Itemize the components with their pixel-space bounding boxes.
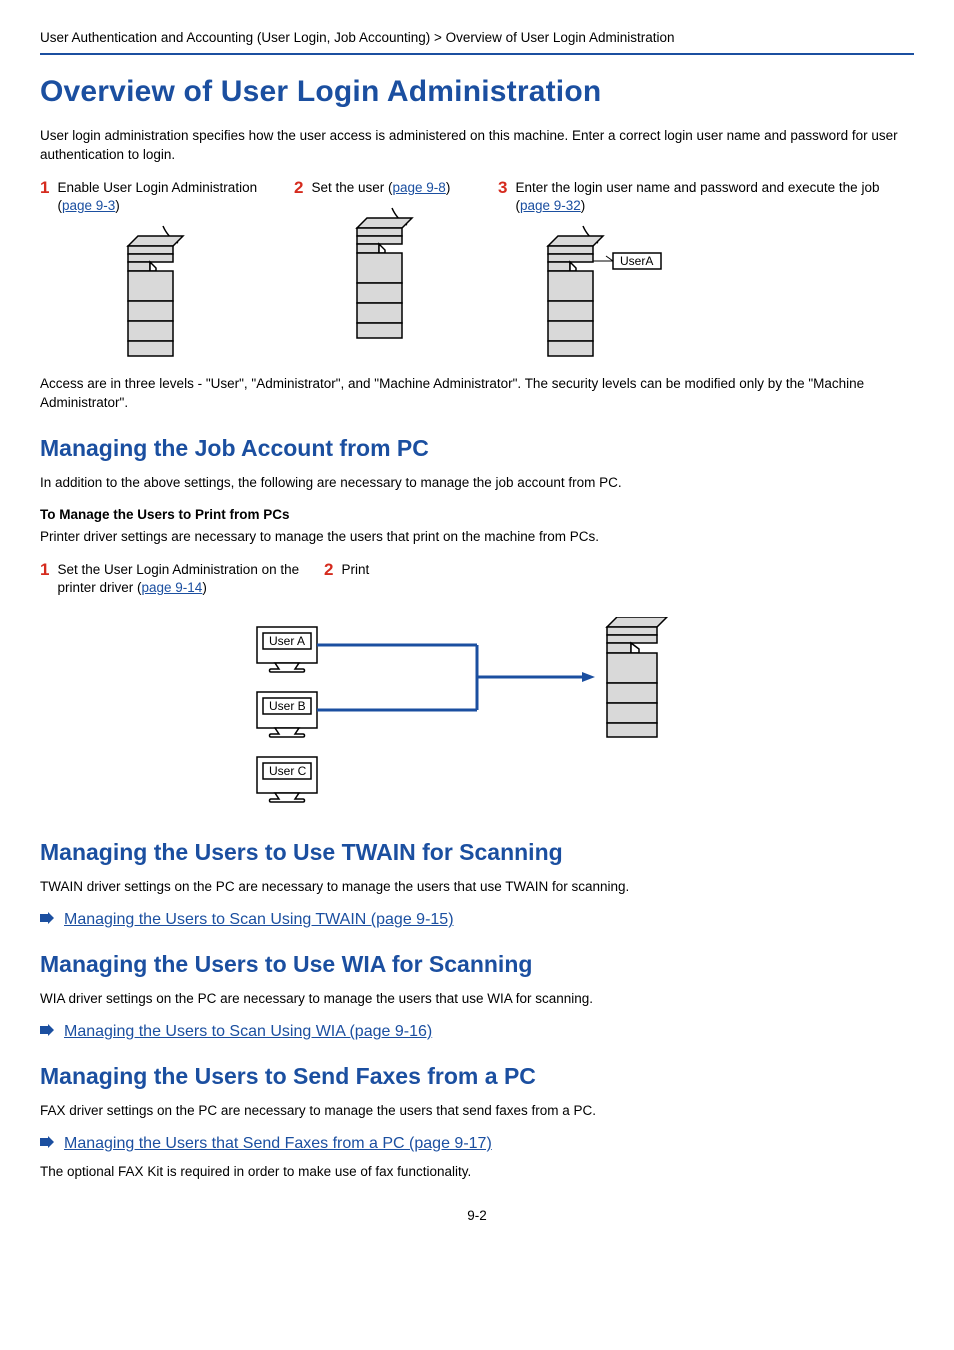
wia-para: WIA driver settings on the PC are necess… (40, 990, 914, 1009)
breadcrumb: User Authentication and Accounting (User… (40, 30, 914, 55)
wia-link[interactable]: Managing the Users to Scan Using WIA (pa… (64, 1023, 432, 1041)
device-icon (294, 203, 474, 343)
arrow-icon (40, 911, 54, 929)
step-number: 1 (40, 179, 49, 198)
step-number: 2 (324, 561, 333, 580)
print-diagram: User A User B User C (40, 617, 914, 817)
fax-note: The optional FAX Kit is required in orde… (40, 1163, 914, 1182)
section-heading-pc: Managing the Job Account from PC (40, 435, 914, 462)
step-text: Set the user (page 9-8) (311, 179, 450, 197)
device-icon (40, 221, 270, 361)
pc-sub-bold: To Manage the Users to Print from PCs (40, 507, 914, 522)
arrow-icon (40, 1135, 54, 1153)
step-text: Set the User Login Administration on the… (57, 561, 300, 597)
access-levels-paragraph: Access are in three levels - "User", "Ad… (40, 375, 914, 413)
arrow-icon (40, 1023, 54, 1041)
steps-row-pc: 1 Set the User Login Administration on t… (40, 561, 914, 603)
page-link[interactable]: page 9-3 (62, 198, 115, 213)
fax-para: FAX driver settings on the PC are necess… (40, 1102, 914, 1121)
twain-link[interactable]: Managing the Users to Scan Using TWAIN (… (64, 911, 454, 929)
step-text: Enable User Login Administration (page 9… (57, 179, 270, 215)
fax-link[interactable]: Managing the Users that Send Faxes from … (64, 1135, 492, 1153)
step-number: 2 (294, 179, 303, 198)
svg-text:User A: User A (269, 634, 305, 648)
steps-row-top: 1 Enable User Login Administration (page… (40, 179, 914, 361)
device-icon-login: UserA (528, 221, 914, 361)
page-link[interactable]: page 9-14 (142, 580, 203, 595)
page-link[interactable]: page 9-32 (520, 198, 581, 213)
step-text: Enter the login user name and password a… (515, 179, 914, 215)
page-title: Overview of User Login Administration (40, 75, 914, 109)
svg-text:User C: User C (269, 764, 307, 778)
step-number: 3 (498, 179, 507, 198)
pc-sub-para: Printer driver settings are necessary to… (40, 528, 914, 547)
twain-para: TWAIN driver settings on the PC are nece… (40, 878, 914, 897)
step-text: Print (341, 561, 369, 579)
page-number: 9-2 (40, 1208, 914, 1223)
section-heading-twain: Managing the Users to Use TWAIN for Scan… (40, 839, 914, 866)
user-label: UserA (620, 254, 653, 268)
section-heading-wia: Managing the Users to Use WIA for Scanni… (40, 951, 914, 978)
step-number: 1 (40, 561, 49, 580)
intro-paragraph: User login administration specifies how … (40, 127, 914, 165)
svg-text:User B: User B (269, 699, 306, 713)
section-heading-fax: Managing the Users to Send Faxes from a … (40, 1063, 914, 1090)
page-link[interactable]: page 9-8 (393, 180, 446, 195)
pc-intro: In addition to the above settings, the f… (40, 474, 914, 493)
